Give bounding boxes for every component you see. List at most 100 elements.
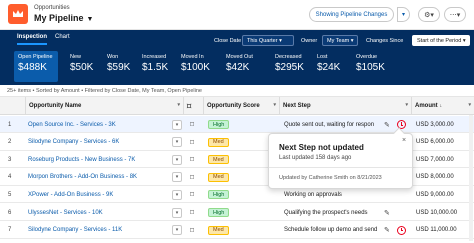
page-title-text: My Pipeline bbox=[34, 13, 84, 23]
header-next-step[interactable]: Next Step ▾ bbox=[280, 97, 412, 115]
metric-new[interactable]: New $50K bbox=[66, 51, 106, 82]
opportunity-link[interactable]: Silodyne Company - Services - 6K bbox=[28, 134, 119, 151]
metric-moved-out[interactable]: Moved Out $42K bbox=[222, 51, 266, 82]
metric-label: Open Pipeline bbox=[18, 54, 53, 60]
metric-decreased[interactable]: Decreased $295K bbox=[271, 51, 315, 82]
settings-button[interactable]: ⚙▾ bbox=[418, 7, 440, 22]
metric-label: Won bbox=[107, 54, 119, 60]
changes-since-select[interactable]: Start of the Period ▾ bbox=[412, 35, 470, 46]
view-mode-dropdown[interactable]: ▾ bbox=[397, 7, 410, 22]
metric-moved-in[interactable]: Moved In $100K bbox=[177, 51, 217, 82]
header-opportunity-name[interactable]: Opportunity Name ▾ bbox=[26, 97, 184, 115]
popover-footer: Updated by Catherine Smith on 8/21/2023 bbox=[269, 167, 412, 189]
close-date-label: Close Date bbox=[214, 38, 242, 44]
bookmark-icon: ⌑ bbox=[187, 101, 192, 111]
table-row[interactable]: 6 UlyssesNet - Services - 10K ▾ ⌑ High Qualif… bbox=[0, 204, 474, 221]
chevron-down-icon[interactable]: ▾ bbox=[405, 102, 408, 108]
row-number: 2 bbox=[8, 139, 12, 146]
pipeline-app: Opportunities My Pipeline ▼ Showing Pipel… bbox=[0, 0, 474, 243]
metric-value: $105K bbox=[356, 62, 385, 73]
metric-label: Lost bbox=[317, 54, 328, 60]
chevron-down-icon: ▾ bbox=[175, 174, 179, 181]
table-row[interactable]: 7 Silodyne Company - Services - 11K ▾ ⌑ Med S… bbox=[0, 221, 474, 239]
row-actions-button[interactable]: ▾ bbox=[172, 189, 182, 200]
header-row-number bbox=[0, 97, 26, 115]
next-step-popover: × Next Step not updated Last updated 158… bbox=[268, 127, 413, 189]
row-actions-button[interactable]: ▾ bbox=[172, 119, 182, 130]
metric-label: Decreased bbox=[275, 54, 302, 60]
metric-won[interactable]: Won $59K bbox=[103, 51, 143, 82]
opportunity-link[interactable]: Morpon Brothers - Add-On Business - 8K bbox=[28, 169, 137, 186]
opportunity-link[interactable]: Silodyne Company - Services - 11K bbox=[28, 222, 122, 239]
edit-icon[interactable]: ✎ bbox=[384, 116, 390, 133]
page-header: Opportunities My Pipeline ▼ Showing Pipel… bbox=[0, 0, 474, 30]
sort-desc-icon: ↓ bbox=[439, 103, 443, 109]
close-date-value: This Quarter bbox=[247, 38, 278, 44]
more-icon: ⋯▾ bbox=[449, 11, 461, 19]
clock-alert-icon[interactable] bbox=[397, 225, 406, 235]
row-actions-button[interactable]: ▾ bbox=[172, 225, 182, 236]
pipeline-summary-bar: Inspection Chart Close Date This Quarter… bbox=[0, 30, 474, 85]
owner-label: Owner bbox=[301, 38, 318, 44]
header-label: Amount bbox=[415, 103, 438, 109]
bookmark-icon[interactable]: ⌑ bbox=[190, 151, 194, 168]
more-actions-button[interactable]: ⋯▾ bbox=[444, 7, 466, 22]
bookmark-icon[interactable]: ⌑ bbox=[190, 116, 194, 133]
close-date-select[interactable]: This Quarter ▾ bbox=[242, 35, 294, 46]
chevron-down-icon: ▾ bbox=[175, 191, 179, 198]
header-opportunity-score[interactable]: Opportunity Score ▾ bbox=[204, 97, 280, 115]
row-actions-button[interactable]: ▾ bbox=[172, 154, 182, 165]
metric-open-pipeline[interactable]: Open Pipeline $488K bbox=[14, 51, 58, 82]
amount-cell: USD 9,000.00 bbox=[416, 191, 454, 198]
crown-icon bbox=[8, 4, 28, 24]
row-number: 4 bbox=[8, 174, 12, 181]
chevron-down-icon: ▾ bbox=[175, 121, 179, 128]
opportunity-link[interactable]: UlyssesNet - Services - 10K bbox=[28, 204, 103, 221]
next-step-cell[interactable]: Qualifying the prospect's needs bbox=[284, 204, 380, 221]
bookmark-icon[interactable]: ⌑ bbox=[190, 204, 194, 221]
owner-select[interactable]: My Team ▾ bbox=[322, 35, 358, 46]
bookmark-icon[interactable]: ⌑ bbox=[190, 169, 194, 186]
opportunity-link[interactable]: XPower - Add-On Business - 9K bbox=[28, 186, 113, 203]
page-title[interactable]: My Pipeline ▼ bbox=[34, 13, 93, 23]
score-badge: High bbox=[208, 190, 230, 200]
popover-detail: Last updated 158 days ago bbox=[279, 155, 352, 161]
chevron-down-icon: ▼ bbox=[86, 16, 94, 23]
header-bookmark: ⌑ bbox=[184, 97, 204, 115]
bookmark-icon[interactable]: ⌑ bbox=[190, 186, 194, 203]
chevron-down-icon[interactable]: ▾ bbox=[273, 102, 276, 108]
row-actions-button[interactable]: ▾ bbox=[172, 207, 182, 218]
next-step-cell[interactable]: Quote sent out, waiting for respon bbox=[284, 116, 380, 133]
amount-cell: USD 7,000.00 bbox=[416, 156, 454, 163]
row-actions-button[interactable]: ▾ bbox=[172, 137, 182, 148]
metric-lost[interactable]: Lost $24K bbox=[313, 51, 347, 82]
opportunity-link[interactable]: Open Source Inc. - Services - 3K bbox=[28, 116, 116, 133]
metric-label: New bbox=[70, 54, 82, 60]
opportunity-link[interactable]: Roseburg Products - New Business - 7K bbox=[28, 151, 135, 168]
metric-label: Overdue bbox=[356, 54, 378, 60]
metric-increased[interactable]: Increased $1.5K bbox=[138, 51, 178, 82]
table-scrollbar[interactable] bbox=[469, 115, 473, 241]
bookmark-icon[interactable]: ⌑ bbox=[190, 134, 194, 151]
edit-icon[interactable]: ✎ bbox=[384, 222, 390, 239]
row-number: 5 bbox=[8, 191, 12, 198]
bookmark-icon[interactable]: ⌑ bbox=[190, 222, 194, 239]
chevron-down-icon[interactable]: ▾ bbox=[177, 102, 180, 108]
list-summary: 25+ items • Sorted by Amount • Filtered … bbox=[0, 85, 474, 97]
metric-value: $100K bbox=[181, 62, 210, 73]
row-actions-button[interactable]: ▾ bbox=[172, 172, 182, 183]
score-badge: Med bbox=[208, 172, 229, 182]
next-step-cell[interactable]: Schedule follow up demo and send bbox=[284, 222, 380, 239]
metric-overdue[interactable]: Overdue $105K bbox=[352, 51, 402, 82]
score-badge: Med bbox=[208, 137, 229, 147]
edit-icon[interactable]: ✎ bbox=[384, 204, 390, 221]
chevron-down-icon[interactable]: ▾ bbox=[468, 102, 471, 108]
tab-chart[interactable]: Chart bbox=[55, 34, 70, 43]
header-amount[interactable]: Amount ↓ ▾ bbox=[412, 97, 474, 115]
view-mode-button[interactable]: Showing Pipeline Changes bbox=[309, 7, 394, 22]
close-icon[interactable]: × bbox=[402, 137, 406, 144]
chevron-down-icon: ▾ bbox=[175, 209, 179, 216]
changes-since-label: Changes Since bbox=[366, 38, 404, 44]
tab-inspection[interactable]: Inspection bbox=[17, 34, 48, 45]
amount-cell: USD 11,000.00 bbox=[416, 227, 457, 234]
